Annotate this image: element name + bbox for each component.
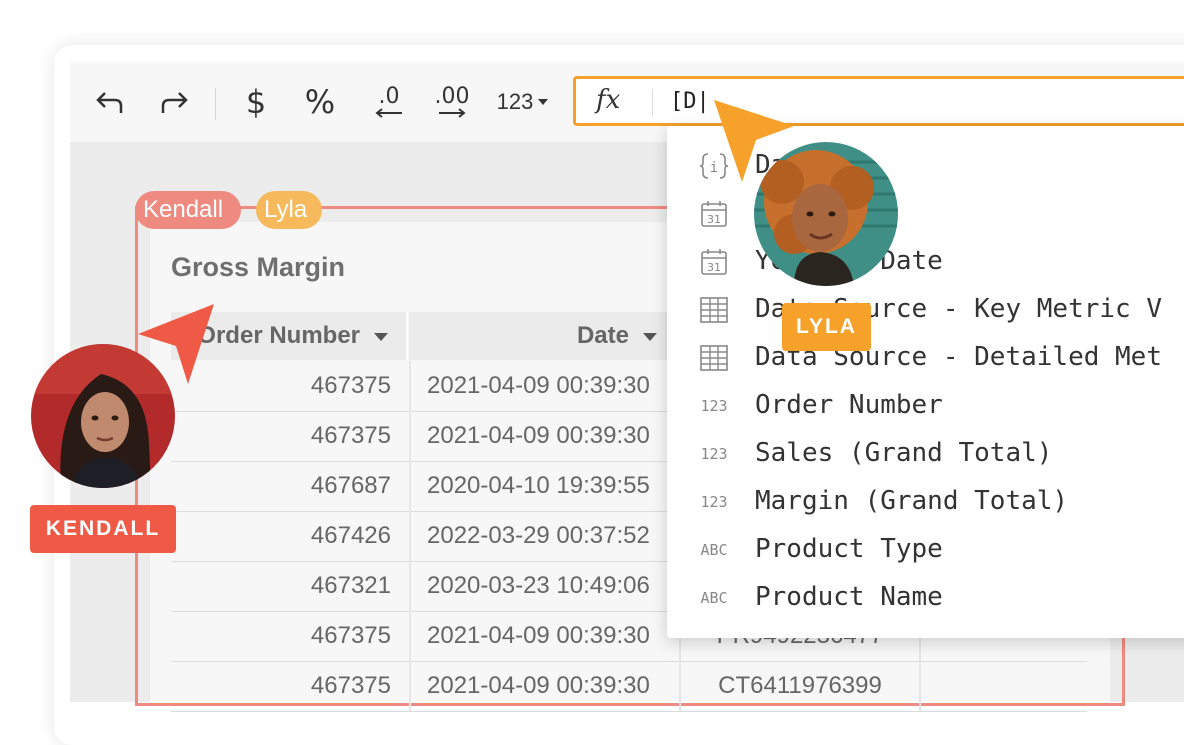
autocomplete-item[interactable]: Data Source - Detailed Met — [667, 334, 1184, 382]
text-type-icon: ABC — [700, 541, 728, 559]
order-number-cell: 467375 — [310, 422, 391, 449]
autocomplete-item[interactable]: Data Source - Key Metric V — [667, 286, 1184, 334]
date-cell: 2020-03-23 10:49:06 — [409, 561, 679, 611]
increase-decimal-button[interactable]: .00 — [426, 82, 478, 122]
undo-icon — [96, 92, 123, 113]
column-header-label: Order Number — [197, 322, 360, 349]
svg-text:31: 31 — [707, 261, 721, 274]
number-format-label: 123 — [496, 89, 534, 114]
date-cell: 2021-04-09 00:39:30 — [409, 361, 679, 411]
autocomplete-item-label: Sales (Grand Total) — [755, 438, 1053, 468]
collaborator-tag-kendall: Kendall — [135, 191, 241, 229]
collaborator-badge-kendall: KENDALL — [30, 505, 176, 553]
collaborator-tag-lyla: Lyla — [256, 191, 322, 229]
column-header-date[interactable]: Date — [409, 312, 677, 360]
autocomplete-item-label: Order Number — [755, 390, 943, 420]
redo-icon — [161, 92, 188, 113]
order-number-cell: 467375 — [310, 622, 391, 649]
percent-icon: % — [304, 83, 336, 121]
function-icon: fx — [596, 85, 621, 115]
autocomplete-item[interactable]: 31 — [667, 190, 1184, 238]
currency-icon: $ — [245, 83, 267, 121]
avatar-lyla — [754, 142, 898, 286]
order-number-cell: 467375 — [310, 672, 391, 699]
autocomplete-item-label: Product Name — [755, 582, 943, 612]
number-type-icon: 123 — [700, 445, 728, 463]
avatar-kendall — [31, 344, 175, 488]
product-cell: CT6411976399 — [679, 661, 919, 711]
formula-autocomplete-menu: i Da 31 31 Ye Date Data Source - Key Met… — [667, 126, 1184, 638]
toolbar-divider — [215, 88, 216, 120]
formula-bar[interactable]: fx [D| — [573, 76, 1184, 126]
empty-cell — [919, 661, 1089, 711]
autocomplete-item[interactable]: 123 Sales (Grand Total) — [667, 430, 1184, 478]
element-title: Gross Margin — [171, 252, 346, 282]
calendar-icon: 31 — [697, 248, 731, 276]
caret-down-icon — [538, 99, 549, 105]
table-row[interactable]: 467375 2021-04-09 00:39:30 CT6411976399 — [171, 661, 1087, 712]
arrow-left-icon — [375, 108, 402, 118]
calendar-icon: 31 — [697, 200, 731, 228]
percent-format-button[interactable]: % — [300, 82, 340, 122]
number-type-icon: 123 — [700, 397, 728, 415]
date-cell: 2021-04-09 00:39:30 — [409, 611, 679, 661]
date-cell: 2021-04-09 00:39:30 — [409, 661, 679, 711]
formula-input[interactable]: [D| — [670, 89, 710, 114]
svg-text:31: 31 — [707, 213, 721, 226]
date-cell: 2022-03-29 00:37:52 — [409, 511, 679, 561]
order-number-cell: 467687 — [310, 472, 391, 499]
order-number-cell: 467426 — [310, 522, 391, 549]
autocomplete-item-label: Margin (Grand Total) — [755, 486, 1069, 516]
autocomplete-item[interactable]: 123 Margin (Grand Total) — [667, 478, 1184, 526]
number-type-icon: 123 — [700, 493, 728, 511]
increase-decimal-icon: .00 — [434, 84, 470, 109]
currency-format-button[interactable]: $ — [240, 82, 272, 122]
formula-divider — [652, 89, 653, 117]
order-number-cell: 467321 — [310, 572, 391, 599]
undo-button[interactable] — [92, 82, 128, 122]
autocomplete-item[interactable]: 31 Ye Date — [667, 238, 1184, 286]
autocomplete-item[interactable]: 123 Order Number — [667, 382, 1184, 430]
redo-button[interactable] — [156, 82, 192, 122]
autocomplete-item[interactable]: ABC Product Type — [667, 526, 1184, 574]
collaborator-badge-lyla: LYLA — [782, 303, 871, 351]
autocomplete-item[interactable]: ABC Product Name — [667, 574, 1184, 622]
decrease-decimal-icon: .0 — [378, 84, 400, 109]
caret-down-icon[interactable] — [643, 332, 657, 341]
table-icon — [697, 344, 731, 372]
decrease-decimal-button[interactable]: .0 — [366, 82, 412, 122]
date-cell: 2021-04-09 00:39:30 — [409, 411, 679, 461]
date-cell: 2020-04-10 19:39:55 — [409, 461, 679, 511]
autocomplete-item-label: Product Type — [755, 534, 943, 564]
table-icon — [697, 296, 731, 324]
caret-down-icon[interactable] — [374, 332, 388, 341]
arrow-right-icon — [439, 108, 466, 118]
user-portrait-icon — [754, 142, 898, 286]
user-portrait-icon — [31, 344, 175, 488]
number-format-dropdown[interactable]: 123 — [488, 82, 558, 122]
text-type-icon: ABC — [700, 589, 728, 607]
column-header-label: Date — [576, 322, 629, 349]
